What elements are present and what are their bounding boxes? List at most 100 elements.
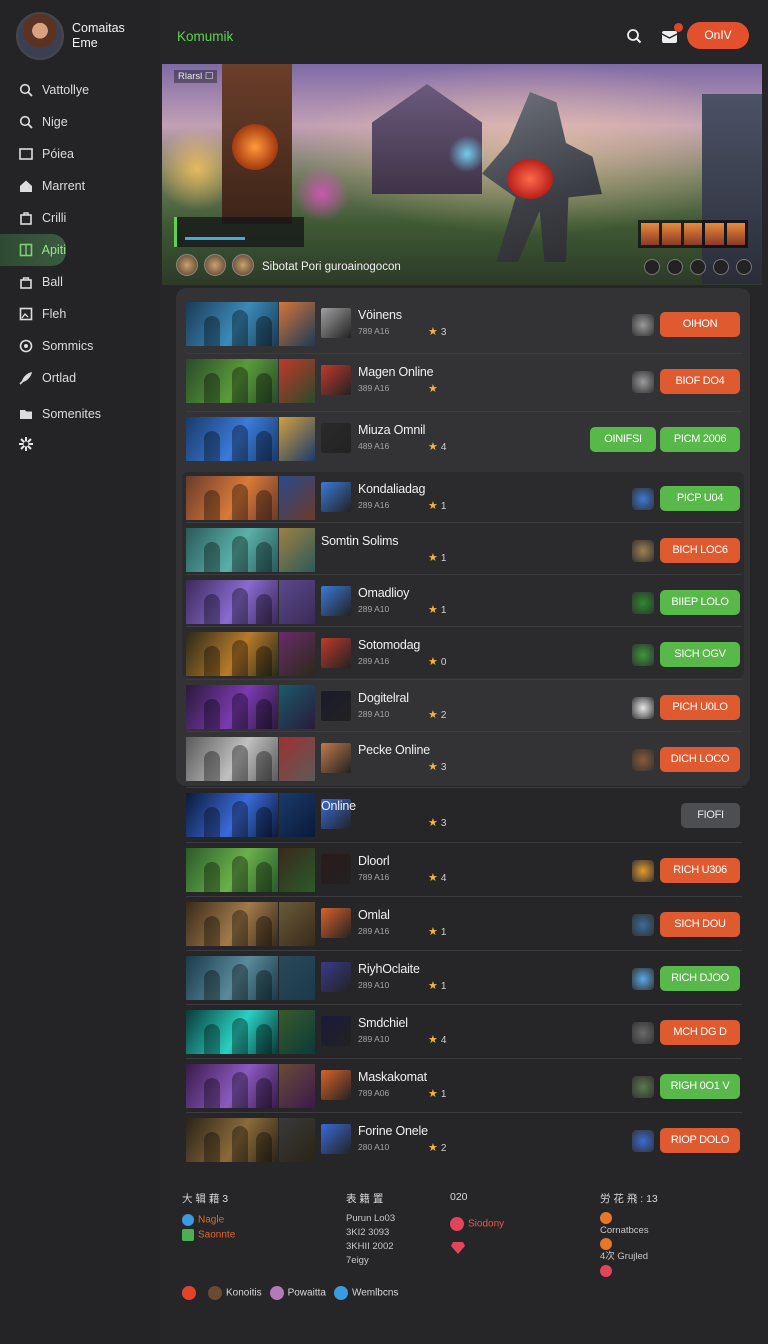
- game-action-button[interactable]: SICH OGV: [660, 642, 740, 667]
- game-icon[interactable]: [321, 586, 351, 616]
- game-action-button[interactable]: BIOF DO4: [660, 369, 740, 394]
- game-icon[interactable]: [321, 743, 351, 773]
- footer-item-konoitis[interactable]: Konoitis: [208, 1286, 262, 1300]
- footer-link-siodony[interactable]: Siodony: [450, 1217, 504, 1231]
- game-thumbnail[interactable]: [186, 902, 315, 946]
- game-thumbnail[interactable]: [186, 476, 315, 520]
- game-row[interactable]: Somtin Solims ★ 1 BICH LOC6: [186, 526, 742, 574]
- game-badge-icon[interactable]: [632, 314, 654, 336]
- sidebar-item-poiea[interactable]: Póiea: [0, 138, 160, 170]
- game-icon[interactable]: [321, 423, 351, 453]
- game-badge-icon[interactable]: [632, 860, 654, 882]
- game-badge-icon[interactable]: [632, 1130, 654, 1152]
- game-badge-icon[interactable]: [632, 914, 654, 936]
- game-title[interactable]: Kondaliadag: [358, 482, 426, 496]
- game-thumbnail[interactable]: [186, 1064, 315, 1108]
- game-action-button[interactable]: SICH DOU: [660, 912, 740, 937]
- game-action-button[interactable]: BICH LOC6: [660, 538, 740, 563]
- game-title[interactable]: Forine Onele: [358, 1124, 428, 1138]
- game-thumbnail[interactable]: [186, 1118, 315, 1162]
- game-icon[interactable]: [321, 1124, 351, 1154]
- game-thumbnail[interactable]: [186, 417, 315, 461]
- notification-icon[interactable]: [659, 23, 683, 46]
- game-thumbnail[interactable]: [186, 793, 315, 837]
- game-thumbnail[interactable]: [186, 359, 315, 403]
- game-row[interactable]: Online ★ 3 FIOFI: [186, 791, 742, 839]
- game-icon[interactable]: [321, 482, 351, 512]
- game-badge-icon[interactable]: [632, 968, 654, 990]
- game-title[interactable]: Omlal: [358, 908, 390, 922]
- game-action-button[interactable]: BIIEP LOLO: [660, 590, 740, 615]
- game-action-button[interactable]: RIGH 0O1 V: [660, 1074, 740, 1099]
- footer-item-powaitta[interactable]: Powaitta: [269, 1286, 326, 1300]
- sidebar-item-apiti[interactable]: Apiti: [0, 234, 66, 266]
- game-action-button[interactable]: MCH DG D: [660, 1020, 740, 1045]
- game-icon[interactable]: [321, 691, 351, 721]
- game-badge-icon[interactable]: [632, 371, 654, 393]
- sidebar-item-ortlad[interactable]: Ortlad: [0, 362, 160, 394]
- game-thumbnail[interactable]: [186, 302, 315, 346]
- game-badge-icon[interactable]: [632, 644, 654, 666]
- sidebar-item-vattollye[interactable]: Vattollye: [0, 74, 160, 106]
- sidebar-item-sommics[interactable]: Sommics: [0, 330, 160, 362]
- game-title[interactable]: Miuza Omnil: [358, 423, 425, 437]
- game-title[interactable]: Sotomodag: [358, 638, 420, 652]
- game-action-button[interactable]: RICH U306: [660, 858, 740, 883]
- game-row[interactable]: Sotomodag 289 A16 ★ 0 SICH OGV: [186, 630, 742, 678]
- game-icon[interactable]: [321, 1070, 351, 1100]
- game-action-button[interactable]: RIOP DOLO: [660, 1128, 740, 1153]
- game-action-button[interactable]: DICH LOCO: [660, 747, 740, 772]
- game-title[interactable]: Maskakomat: [358, 1070, 427, 1084]
- game-title[interactable]: Pecke Online: [358, 743, 430, 757]
- game-row[interactable]: Vöinens 789 A16 ★ 3 OIHON: [186, 300, 742, 348]
- game-thumbnail[interactable]: [186, 848, 315, 892]
- game-row[interactable]: Pecke Online ★ 3 DICH LOCO: [186, 735, 742, 783]
- game-thumbnail[interactable]: [186, 528, 315, 572]
- game-row[interactable]: Magen Online 389 A16 ★ BIOF DO4: [186, 357, 742, 405]
- user-profile[interactable]: Comaitas Eme: [16, 12, 125, 60]
- sidebar-item-crilli[interactable]: Crilli: [0, 202, 160, 234]
- game-badge-icon[interactable]: [632, 697, 654, 719]
- brand-title[interactable]: Komumik: [177, 29, 233, 44]
- game-badge-icon[interactable]: [632, 1022, 654, 1044]
- game-icon[interactable]: [321, 962, 351, 992]
- game-row[interactable]: Forine Onele 280 A10 ★ 2 RIOP DOLO: [186, 1116, 742, 1164]
- record-icon[interactable]: [182, 1286, 196, 1300]
- footer-link-nagle[interactable]: Nagle: [182, 1214, 235, 1226]
- game-icon[interactable]: [321, 308, 351, 338]
- game-row[interactable]: Dogitelral 289 A10 ★ 2 PICH U0LO: [186, 683, 742, 731]
- game-title[interactable]: Somtin Solims: [321, 534, 398, 548]
- game-row[interactable]: Miuza Omnil 489 A16 ★ 4 OINIFSI PICM 2006: [186, 415, 742, 463]
- settings-gear-icon[interactable]: [18, 436, 34, 455]
- game-action-button[interactable]: RICH DJOO: [660, 966, 740, 991]
- game-title[interactable]: RiyhOclaite: [358, 962, 420, 976]
- online-button[interactable]: OnIV: [687, 22, 749, 49]
- game-title[interactable]: Dogitelral: [358, 691, 409, 705]
- game-row[interactable]: Smdchiel 289 A10 ★ 4 MCH DG D: [186, 1008, 742, 1056]
- sidebar-item-marrent[interactable]: Marrent: [0, 170, 160, 202]
- search-icon[interactable]: [624, 26, 644, 46]
- game-title[interactable]: Omadlioy: [358, 586, 409, 600]
- footer-item-wemlbcns[interactable]: Wemlbcns: [333, 1286, 398, 1300]
- game-thumbnail[interactable]: [186, 1010, 315, 1054]
- game-icon[interactable]: [321, 638, 351, 668]
- avatar[interactable]: [16, 12, 64, 60]
- sidebar-item-somenites[interactable]: Somenites: [0, 398, 160, 430]
- game-badge-icon[interactable]: [632, 749, 654, 771]
- gem-icon[interactable]: [450, 1241, 504, 1258]
- sidebar-item-fleh[interactable]: Fleh: [0, 298, 160, 330]
- game-thumbnail[interactable]: [186, 685, 315, 729]
- game-action-button[interactable]: PICH U0LO: [660, 695, 740, 720]
- game-action-button[interactable]: PICM 2006: [660, 427, 740, 452]
- game-title[interactable]: Smdchiel: [358, 1016, 408, 1030]
- game-icon[interactable]: [321, 1016, 351, 1046]
- game-row[interactable]: RiyhOclaite 289 A10 ★ 1 RICH DJOO: [186, 954, 742, 1002]
- game-badge-icon[interactable]: [632, 540, 654, 562]
- game-thumbnail[interactable]: [186, 737, 315, 781]
- game-icon[interactable]: [321, 908, 351, 938]
- footer-link-saonnte[interactable]: Saonnte: [182, 1229, 235, 1241]
- game-secondary-button[interactable]: OINIFSI: [590, 427, 656, 452]
- sidebar-item-nige[interactable]: Nige: [0, 106, 160, 138]
- game-title[interactable]: Dloorl: [358, 854, 390, 868]
- game-action-button[interactable]: FIOFI: [681, 803, 740, 828]
